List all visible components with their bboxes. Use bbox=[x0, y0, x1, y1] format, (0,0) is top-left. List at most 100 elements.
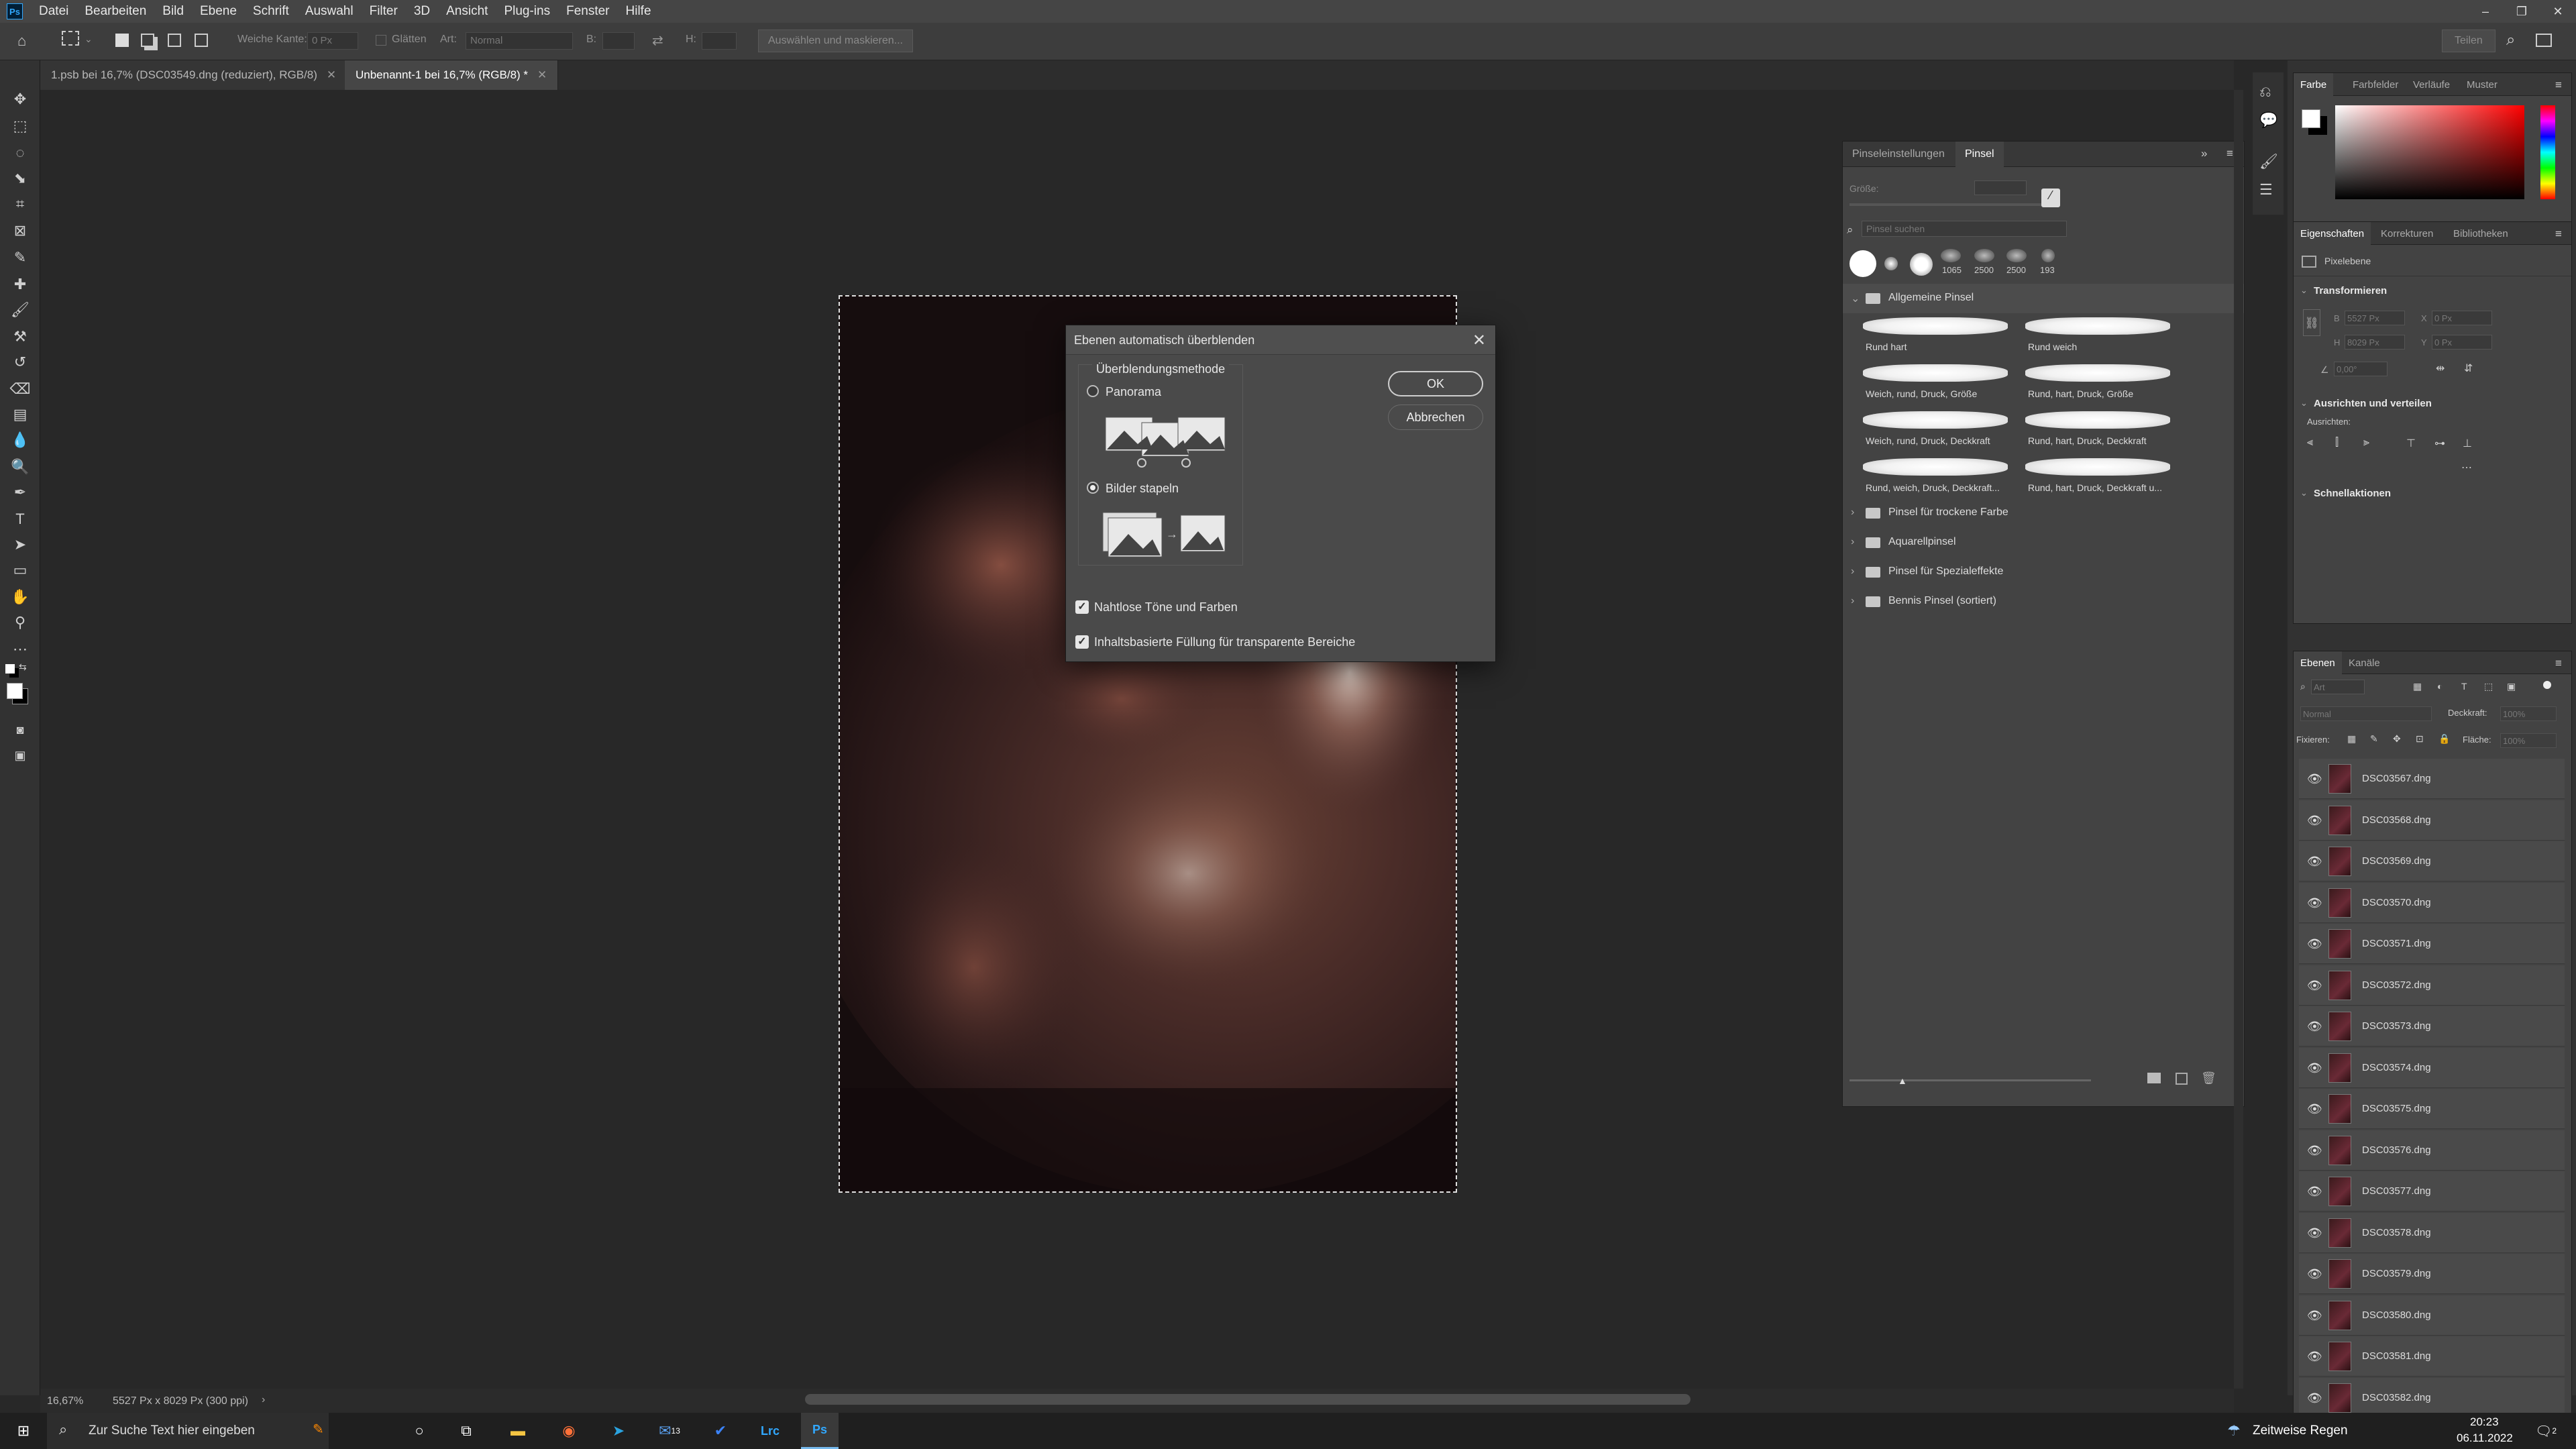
align-bottom-icon[interactable]: ⊥ bbox=[2463, 437, 2472, 450]
menu-hilfe[interactable]: Hilfe bbox=[618, 4, 659, 19]
panorama-label[interactable]: Panorama bbox=[1106, 385, 1161, 399]
height-input[interactable] bbox=[702, 32, 737, 50]
lock-all-icon[interactable]: 🔒 bbox=[2438, 733, 2450, 745]
chevron-down-icon[interactable]: ⌄ bbox=[2300, 285, 2308, 296]
todo-icon[interactable]: ✔ bbox=[702, 1413, 739, 1449]
search-highlight-icon[interactable]: ✎ bbox=[313, 1421, 324, 1438]
hand-icon[interactable]: ✋ bbox=[8, 585, 32, 609]
layer-thumbnail[interactable] bbox=[2328, 1012, 2351, 1041]
chevron-down-icon[interactable]: ⌄ bbox=[2300, 488, 2308, 498]
layer-thumbnail[interactable] bbox=[2328, 1342, 2351, 1371]
visibility-eye-icon[interactable]: 👁 bbox=[2307, 1061, 2322, 1075]
style-select[interactable]: Normal bbox=[466, 32, 573, 50]
layer-thumbnail[interactable] bbox=[2328, 1300, 2351, 1330]
layer-thumbnail[interactable] bbox=[2328, 929, 2351, 959]
share-button[interactable]: Teilen bbox=[2442, 30, 2496, 52]
history-icon[interactable]: ⎌ bbox=[2259, 83, 2271, 101]
layer-row[interactable]: 👁 DSC03572.dng bbox=[2299, 965, 2565, 1006]
preset-brush-1[interactable] bbox=[1941, 249, 1961, 262]
layer-thumbnail[interactable] bbox=[2328, 1135, 2351, 1165]
layer-name[interactable]: DSC03573.dng bbox=[2362, 1020, 2431, 1032]
workspace-icon[interactable] bbox=[2536, 34, 2552, 47]
layer-row[interactable]: 👁 DSC03581.dng bbox=[2299, 1336, 2565, 1377]
flip-vertical-icon[interactable]: ⇵ bbox=[2464, 362, 2473, 375]
size-slider[interactable] bbox=[1849, 203, 2044, 206]
minimize-icon[interactable]: – bbox=[2467, 5, 2504, 19]
layer-name[interactable]: DSC03579.dng bbox=[2362, 1268, 2431, 1279]
layer-name[interactable]: DSC03568.dng bbox=[2362, 814, 2431, 826]
history-brush-icon[interactable]: ↺ bbox=[8, 350, 32, 374]
width-input[interactable] bbox=[602, 32, 635, 50]
layer-thumbnail[interactable] bbox=[2328, 1218, 2351, 1248]
layer-name[interactable]: DSC03575.dng bbox=[2362, 1103, 2431, 1114]
visibility-eye-icon[interactable]: 👁 bbox=[2307, 1185, 2322, 1199]
seamless-tones-checkbox[interactable]: ✓ bbox=[1075, 600, 1089, 614]
brush-soft-round-pressure-opacity[interactable]: Weich, rund, Druck, Deckkraft bbox=[1862, 407, 2017, 451]
visibility-eye-icon[interactable]: 👁 bbox=[2307, 814, 2322, 828]
pen-icon[interactable]: ✒ bbox=[8, 480, 32, 504]
visibility-eye-icon[interactable]: 👁 bbox=[2307, 772, 2322, 786]
tab-brushes[interactable]: Pinsel bbox=[1955, 142, 2004, 167]
smooth-checkbox[interactable] bbox=[376, 35, 386, 46]
stack-images-label[interactable]: Bilder stapeln bbox=[1106, 482, 1179, 496]
align-right-icon[interactable]: ⫸ bbox=[2363, 437, 2369, 449]
menu-bearbeiten[interactable]: Bearbeiten bbox=[76, 4, 154, 19]
x-input[interactable]: 0 Px bbox=[2432, 311, 2492, 325]
fill-input[interactable]: 100% bbox=[2500, 733, 2557, 748]
brush-settings-icon[interactable]: 🖌 bbox=[2259, 153, 2278, 170]
crop-icon[interactable]: ⌗ bbox=[8, 192, 32, 216]
clock-date[interactable]: 06.11.2022 bbox=[2457, 1432, 2513, 1445]
object-selection-icon[interactable]: ⬊ bbox=[8, 166, 32, 191]
layer-name[interactable]: DSC03577.dng bbox=[2362, 1185, 2431, 1197]
align-top-icon[interactable]: ⊤ bbox=[2406, 437, 2416, 450]
marquee-tool-icon[interactable] bbox=[62, 31, 79, 46]
color-picker-field[interactable] bbox=[2335, 105, 2524, 199]
layer-row[interactable]: 👁 DSC03570.dng bbox=[2299, 882, 2565, 923]
chevron-down-icon[interactable]: ⌄ bbox=[85, 34, 93, 45]
restore-icon[interactable]: ❐ bbox=[2504, 5, 2540, 19]
layer-thumbnail[interactable] bbox=[2328, 1094, 2351, 1124]
layer-name[interactable]: DSC03574.dng bbox=[2362, 1062, 2431, 1073]
layer-thumbnail[interactable] bbox=[2328, 1259, 2351, 1289]
chevron-down-icon[interactable]: ⌄ bbox=[2300, 398, 2308, 409]
menu-fenster[interactable]: Fenster bbox=[558, 4, 617, 19]
trash-icon[interactable]: 🗑 bbox=[2201, 1071, 2216, 1085]
adjustments-icon[interactable]: ☰ bbox=[2259, 181, 2273, 199]
slider-handle-icon[interactable]: ▲ bbox=[1898, 1075, 1907, 1086]
opacity-input[interactable]: 100% bbox=[2500, 706, 2557, 721]
size-input[interactable] bbox=[1974, 180, 2027, 195]
brush-group-custom[interactable]: › Bennis Pinsel (sortiert) bbox=[1843, 587, 2244, 616]
tab-brush-settings[interactable]: Pinseleinstellungen bbox=[1843, 142, 1954, 167]
angle-input[interactable]: 0,00° bbox=[2334, 362, 2387, 376]
new-brush-icon[interactable]: ⁄ bbox=[2041, 189, 2060, 207]
layer-thumbnail[interactable] bbox=[2328, 805, 2351, 835]
collapse-icon[interactable]: » bbox=[2201, 147, 2207, 160]
layer-row[interactable]: 👁 DSC03580.dng bbox=[2299, 1295, 2565, 1336]
layer-name[interactable]: DSC03567.dng bbox=[2362, 773, 2431, 784]
rectangle-marquee-icon[interactable]: ⬚ bbox=[8, 114, 32, 138]
lock-pixels-icon[interactable]: ✎ bbox=[2370, 733, 2378, 745]
layer-name[interactable]: DSC03582.dng bbox=[2362, 1392, 2431, 1403]
gradient-icon[interactable]: ▤ bbox=[8, 402, 32, 427]
subtract-selection-icon[interactable] bbox=[168, 34, 181, 47]
layer-name[interactable]: DSC03581.dng bbox=[2362, 1350, 2431, 1362]
layer-thumbnail[interactable] bbox=[2328, 970, 2351, 1000]
layer-row[interactable]: 👁 DSC03575.dng bbox=[2299, 1089, 2565, 1129]
intersect-selection-icon[interactable] bbox=[195, 34, 208, 47]
screen-mode-icon[interactable]: ▣ bbox=[8, 743, 32, 767]
lock-transparency-icon[interactable]: ▦ bbox=[2347, 733, 2356, 745]
stack-images-radio[interactable] bbox=[1087, 482, 1099, 494]
new-brush-preset-icon[interactable] bbox=[2176, 1073, 2188, 1085]
layer-thumbnail[interactable] bbox=[2328, 847, 2351, 876]
shape-filter-icon[interactable]: ⬚ bbox=[2484, 681, 2493, 692]
layer-name[interactable]: DSC03576.dng bbox=[2362, 1144, 2431, 1156]
tab-color[interactable]: Farbe bbox=[2294, 73, 2334, 96]
foreground-color-swatch[interactable] bbox=[2302, 109, 2320, 128]
layer-row[interactable]: 👁 DSC03567.dng bbox=[2299, 759, 2565, 799]
visibility-eye-icon[interactable]: 👁 bbox=[2307, 1144, 2322, 1158]
taskbar-search-box[interactable]: ⌕ Zur Suche Text hier eingeben ✎ bbox=[47, 1413, 329, 1449]
layer-name[interactable]: DSC03578.dng bbox=[2362, 1227, 2431, 1238]
brush-soft-round-pressure-size[interactable]: Weich, rund, Druck, Größe bbox=[1862, 360, 2017, 405]
eraser-icon[interactable]: ⌫ bbox=[8, 377, 32, 401]
layer-row[interactable]: 👁 DSC03582.dng bbox=[2299, 1377, 2565, 1418]
